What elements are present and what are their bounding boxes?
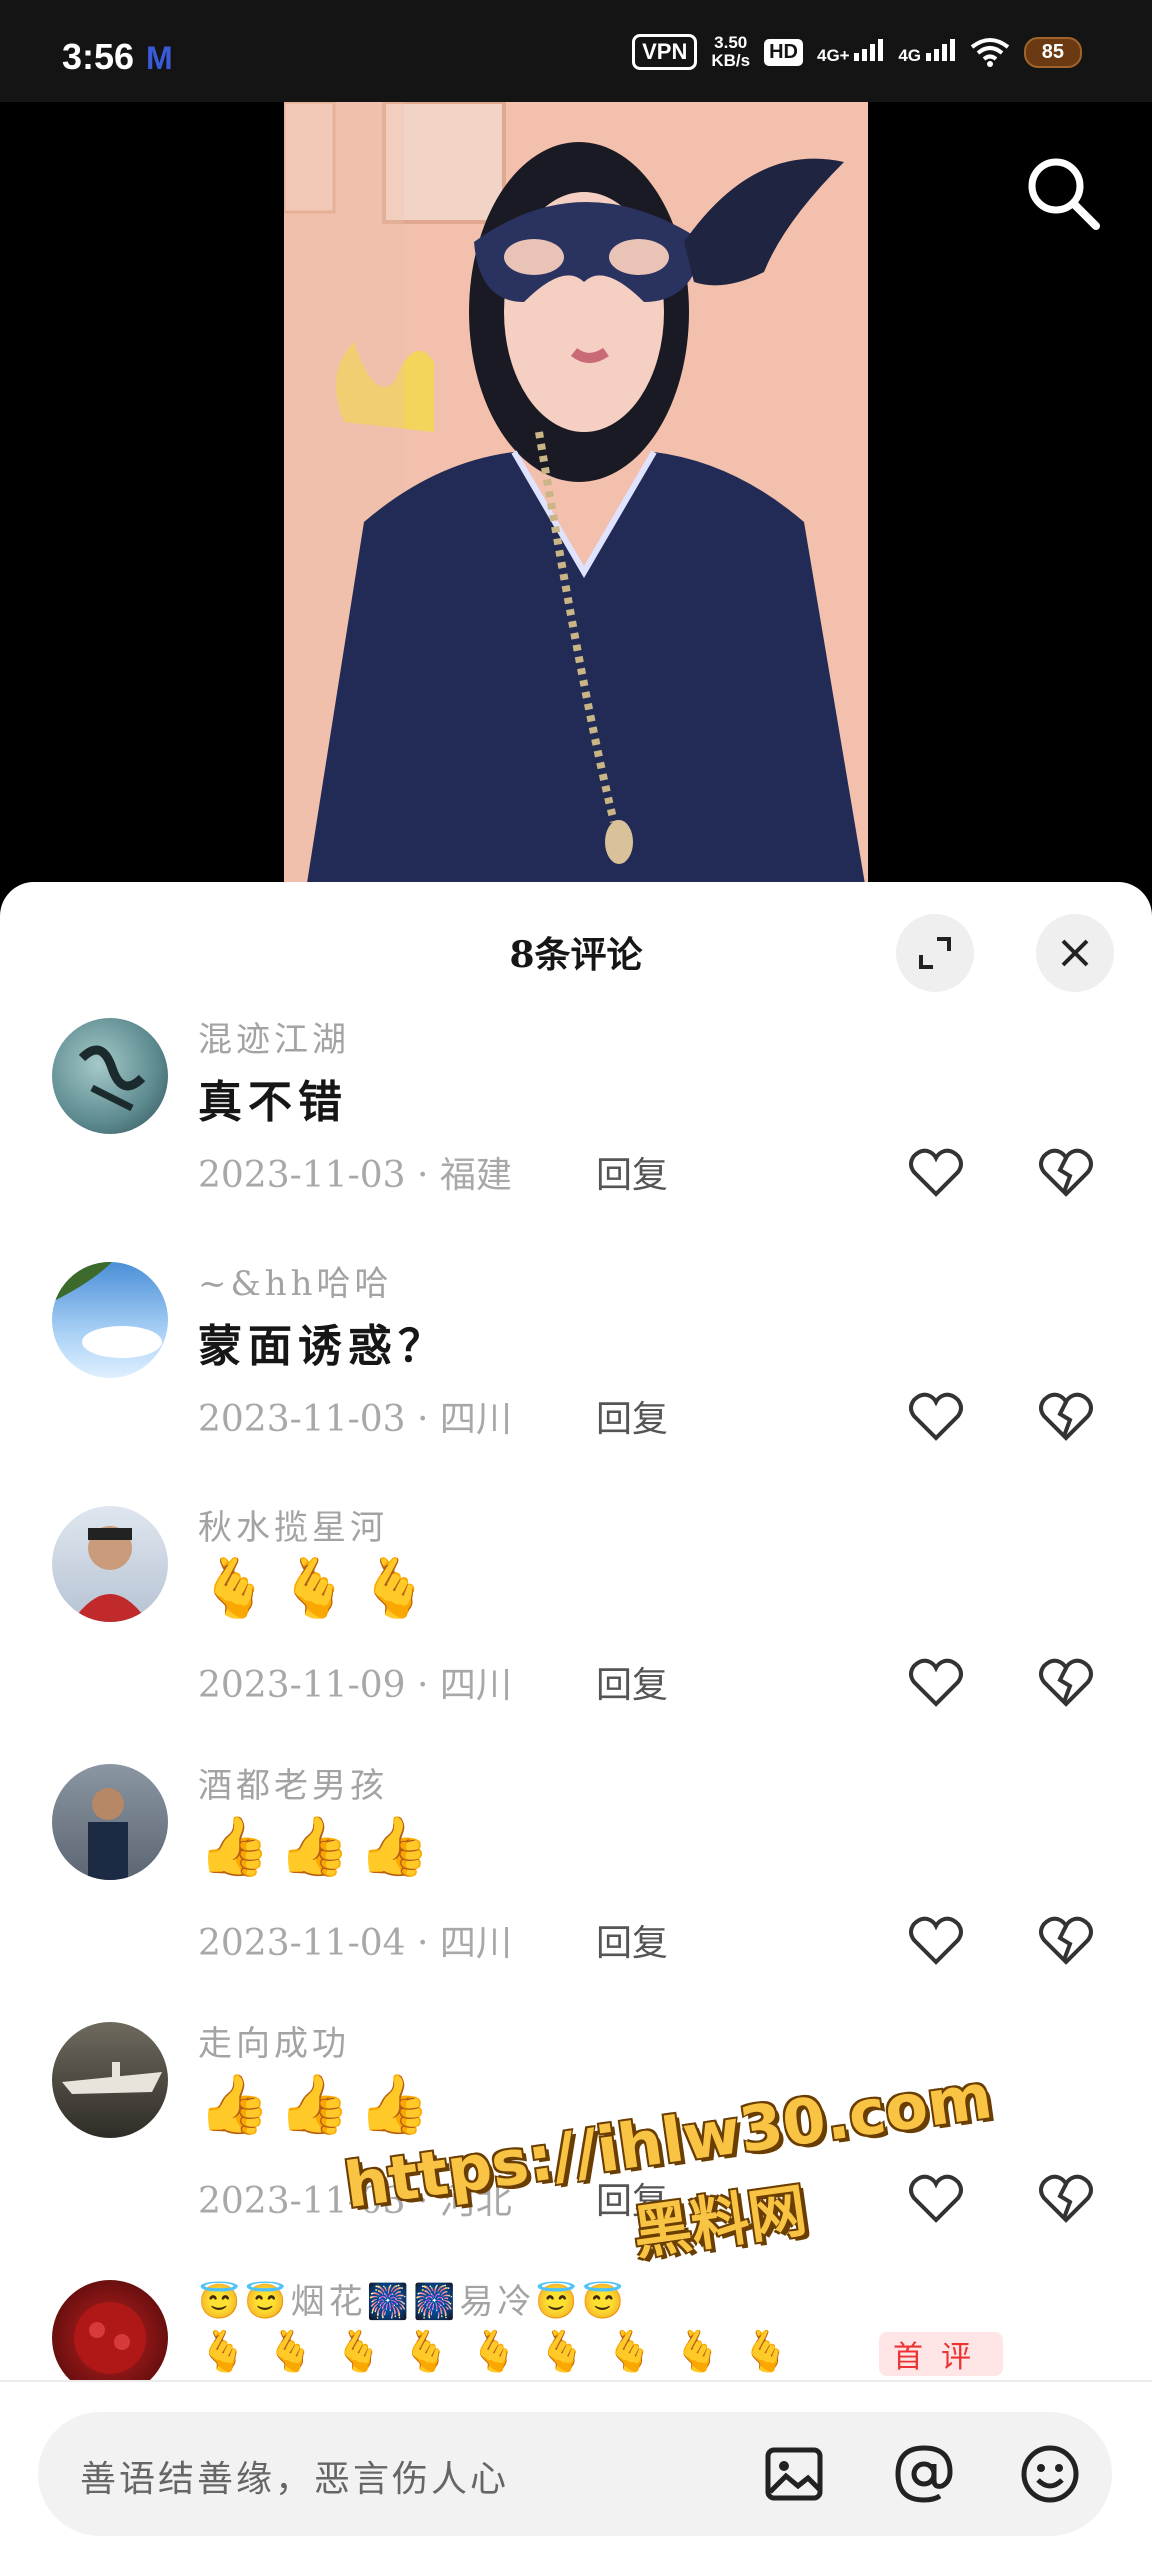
avatar[interactable] <box>52 1262 168 1378</box>
comment-date-location: 2023-11-09 · 四川 <box>198 1665 512 1706</box>
video-frame[interactable] <box>284 102 868 902</box>
battery-indicator: 85 <box>1023 36 1082 68</box>
avatar-image <box>52 1262 162 1358</box>
search-icon <box>1028 158 1100 230</box>
dislike-icon[interactable] <box>1036 1652 1096 1712</box>
comment-text: 👍👍👍 <box>198 1812 439 1880</box>
signal-bars-icon <box>854 38 884 61</box>
video-player[interactable] <box>0 102 1152 902</box>
expand-button[interactable] <box>896 914 974 992</box>
close-icon <box>1061 939 1089 967</box>
close-button[interactable] <box>1036 914 1114 992</box>
comment-author[interactable]: 走向成功 <box>198 2016 350 2065</box>
comments-sheet: 8条评论 混迹江湖 真不错 2023-11-03 · 福建 回复 ~&hh哈哈 … <box>0 882 1152 2560</box>
avatar[interactable] <box>52 1018 168 1134</box>
status-time: 3:56 <box>62 36 135 77</box>
dislike-icon[interactable] <box>1036 1142 1096 1202</box>
status-bar: 3:56 M VPN 3.50 KB/s HD 4G+ 4G 85 <box>0 0 1152 102</box>
image-icon[interactable] <box>760 2440 828 2508</box>
comment-text: 真不错 <box>198 1077 348 1128</box>
emoji-icon[interactable] <box>1016 2440 1084 2508</box>
network-speed-unit: KB/s <box>711 51 751 70</box>
comment-date-location: 2023-11-04 · 四川 <box>198 1923 512 1964</box>
avatar-image <box>74 2302 146 2374</box>
reply-button[interactable]: 回复 <box>596 1146 668 1198</box>
like-icon[interactable] <box>906 1386 966 1446</box>
network-speed: 3.50 KB/s <box>711 34 750 70</box>
expand-icon <box>919 937 951 969</box>
signal-4g-plus-label: 4G+ <box>816 45 850 65</box>
signal-4g: 4G <box>898 38 955 66</box>
comment-text: 🫰🫰🫰 <box>198 1554 439 1622</box>
comments-title: 8条评论 <box>509 934 643 976</box>
reply-button[interactable]: 回复 <box>596 1914 668 1966</box>
comment-date-location: 2023-11-03 · 福建 <box>198 1155 512 1196</box>
avatar-image <box>78 1045 146 1112</box>
comment-author[interactable]: 秋水揽星河 <box>198 1500 388 1549</box>
hd-icon: HD <box>764 38 803 66</box>
vpn-badge: VPN <box>632 34 698 70</box>
reply-button[interactable]: 回复 <box>596 1390 668 1442</box>
like-icon[interactable] <box>906 1910 966 1970</box>
comment-input-bar: 善语结善缘，恶言伤人心 <box>0 2380 1152 2562</box>
comment-author[interactable]: 酒都老男孩 <box>198 1758 388 1807</box>
like-icon[interactable] <box>906 1142 966 1202</box>
comment-date-location: 2023-11-03 · 四川 <box>198 1399 512 1440</box>
carrier-icon: M <box>146 40 173 76</box>
signal-4g-label: 4G <box>898 45 922 65</box>
search-button[interactable] <box>1016 146 1112 242</box>
mention-icon[interactable] <box>890 2440 958 2508</box>
avatar-image <box>72 1526 148 1622</box>
avatar-image <box>88 1788 128 1880</box>
avatar[interactable] <box>52 1506 168 1622</box>
first-comment-badge: 首评 <box>878 2332 1003 2376</box>
avatar[interactable] <box>52 1764 168 1880</box>
comment-input-placeholder: 善语结善缘，恶言伤人心 <box>80 2459 510 2500</box>
comment-text-content: 🫰🫰🫰🫰🫰🫰🫰🫰🫰 <box>198 2329 809 2375</box>
comment-author[interactable]: ~&hh哈哈 <box>198 1256 393 1305</box>
avatar[interactable] <box>52 2280 168 2396</box>
comment-text: 👍👍👍 <box>198 2070 439 2138</box>
reply-button[interactable]: 回复 <box>596 1656 668 1708</box>
dislike-icon[interactable] <box>1036 1386 1096 1446</box>
status-indicators: VPN 3.50 KB/s HD 4G+ 4G 85 <box>632 34 1082 70</box>
avatar-image <box>62 2062 162 2094</box>
avatar[interactable] <box>52 2022 168 2138</box>
wifi-icon <box>970 38 1009 67</box>
comment-author[interactable]: 混迹江湖 <box>198 1012 350 1061</box>
dislike-icon[interactable] <box>1036 1910 1096 1970</box>
signal-4g-plus: 4G+ <box>816 38 884 66</box>
video-thumbnail-image <box>284 102 868 902</box>
comment-input[interactable]: 善语结善缘，恶言伤人心 <box>38 2412 1112 2536</box>
like-icon[interactable] <box>906 1652 966 1712</box>
signal-bars-icon <box>925 38 955 61</box>
dislike-icon[interactable] <box>1036 2168 1096 2228</box>
comment-text: 蒙面诱惑？ <box>198 1321 448 1372</box>
network-speed-value: 3.50 <box>714 33 748 52</box>
comment-text: 🫰🫰🫰🫰🫰🫰🫰🫰🫰 首评 <box>198 2328 1003 2376</box>
